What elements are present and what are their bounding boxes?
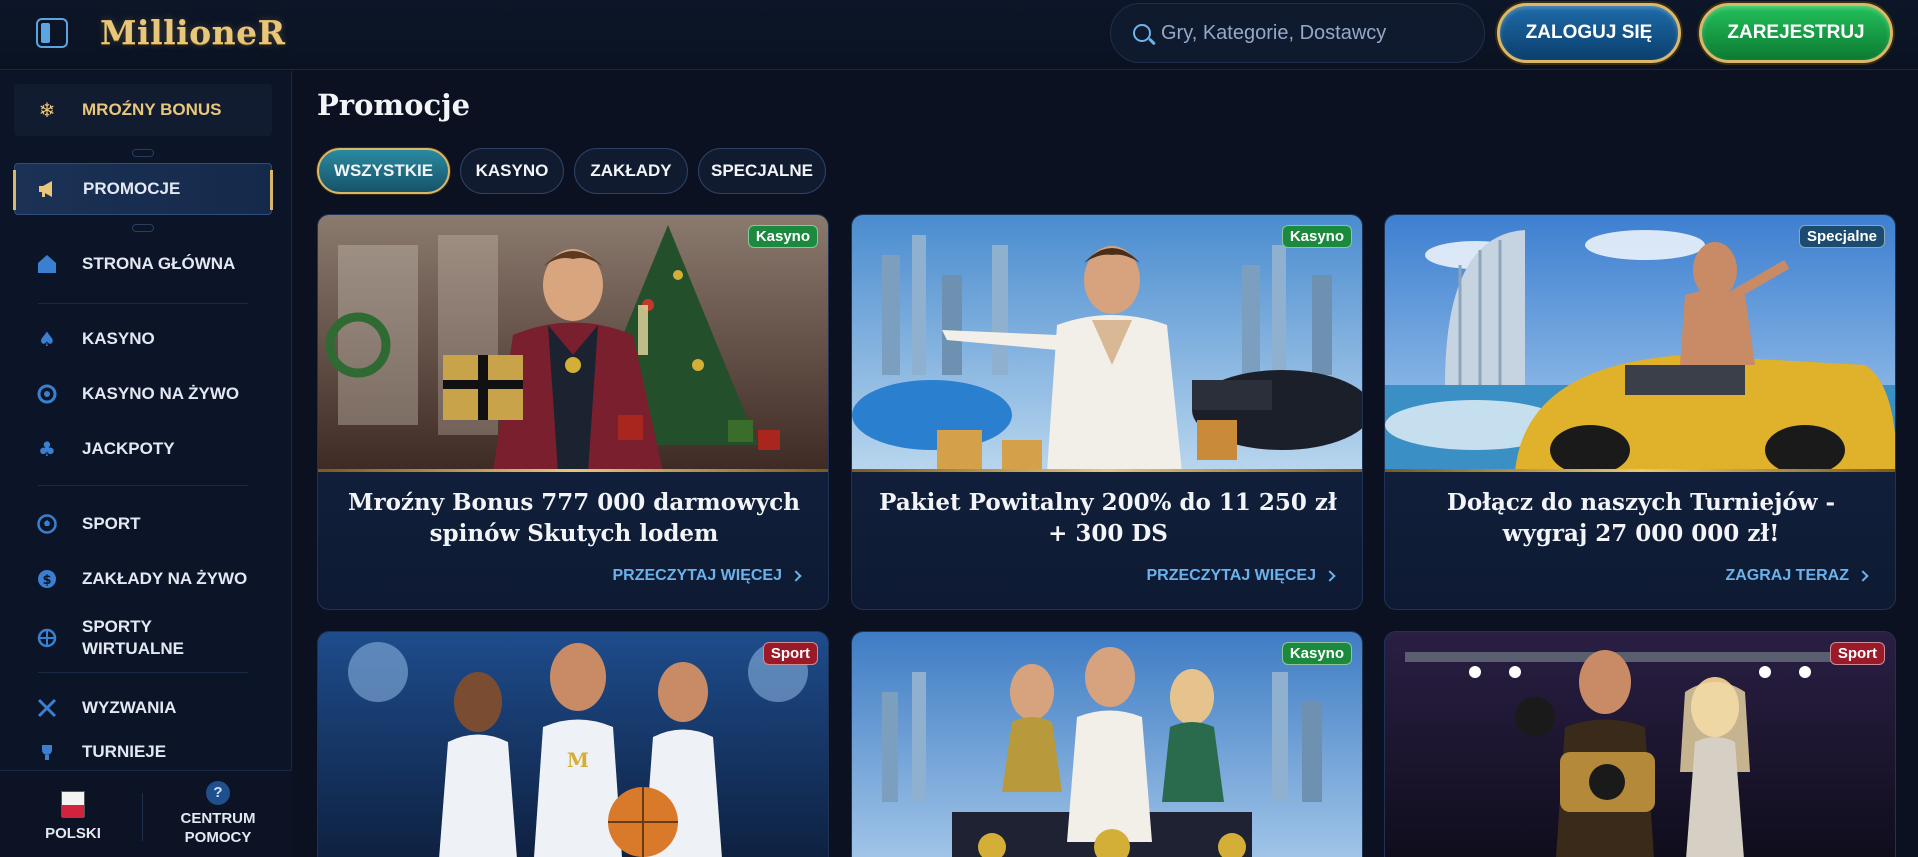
sidebar-item-casino[interactable]: ♠ KASYNO [14, 313, 272, 365]
sidebar-item-label: MROŹNY BONUS [82, 100, 222, 119]
promo-title: Mroźny Bonus 777 000 darmowych spinów Sk… [348, 489, 800, 547]
spade-icon: ♠ [38, 327, 56, 351]
promo-image: M Sport [318, 632, 828, 857]
divider [142, 793, 143, 841]
read-more-link[interactable]: PRZECZYTAJ WIĘCEJ [612, 567, 802, 585]
sidebar-item-label: SPORTY WIRTUALNE [82, 617, 184, 658]
sidebar-item-label: KASYNO [82, 329, 155, 348]
search-input[interactable] [1161, 4, 1471, 62]
sidebar-item-jackpots[interactable]: ♣ JACKPOTY [14, 423, 272, 475]
sidebar-item-live-betting[interactable]: $ ZAKŁADY NA ŻYWO [14, 553, 272, 605]
filter-betting[interactable]: ZAKŁADY [574, 148, 688, 194]
search-bar[interactable] [1110, 3, 1485, 63]
sidebar-item-live-casino[interactable]: KASYNO NA ŻYWO [14, 368, 272, 420]
promo-title: Dołącz do naszych Turniejów - wygraj 27 … [1446, 489, 1836, 547]
search-icon [1133, 24, 1151, 42]
clover-icon: ♣ [38, 437, 56, 461]
help-center-label: CENTRUM POMOCY [180, 810, 256, 846]
sidebar-footer: POLSKI ? CENTRUM POMOCY [0, 770, 292, 857]
divider [38, 303, 248, 304]
sidebar-item-label: STRONA GŁÓWNA [82, 254, 236, 273]
promo-image: Kasyno [852, 632, 1362, 857]
promo-title: Pakiet Powitalny 200% do 11 250 zł + 300… [879, 489, 1337, 547]
trophy-icon [36, 741, 58, 763]
divider [38, 485, 248, 486]
sidebar-item-sport[interactable]: SPORT [14, 498, 272, 550]
category-badge: Kasyno [747, 225, 818, 248]
sidebar-item-label: PROMOCJE [83, 179, 181, 198]
sidebar-item-frozen-bonus[interactable]: ❄ MROŹNY BONUS [14, 84, 272, 136]
category-badge: Sport [1829, 642, 1885, 665]
category-badge: Kasyno [1281, 642, 1352, 665]
sidebar-item-label: KASYNO NA ŻYWO [82, 384, 240, 403]
sidebar: ❄ MROŹNY BONUS PROMOCJE STRONA GŁÓWNA ♠ … [0, 71, 292, 857]
svg-text:M: M [567, 748, 589, 772]
svg-text:$: $ [42, 573, 51, 588]
help-icon: ? [206, 781, 230, 805]
sidebar-item-label: JACKPOTY [82, 439, 175, 458]
sidebar-toggle-icon[interactable] [36, 18, 68, 48]
language-selector[interactable]: POLSKI [38, 791, 108, 842]
promo-card-sport-1[interactable]: M Sport [317, 631, 829, 857]
chevron-right-icon [1857, 570, 1869, 582]
sidebar-item-label: ZAKŁADY NA ŻYWO [82, 569, 248, 588]
chip-icon [36, 383, 58, 405]
register-button[interactable]: ZAREJESTRUJ [1699, 3, 1893, 63]
read-more-label: PRZECZYTAJ WIĘCEJ [1146, 567, 1317, 584]
sidebar-item-label: TURNIEJE [82, 742, 167, 761]
football-icon [36, 513, 58, 535]
login-button[interactable]: ZALOGUJ SIĘ [1497, 3, 1681, 63]
category-badge: Specjalne [1798, 225, 1885, 248]
page-title: Promocje [317, 88, 471, 122]
category-badge: Kasyno [1281, 225, 1352, 248]
divider-ornament [132, 149, 154, 157]
promo-card-casino-2[interactable]: Kasyno [851, 631, 1363, 857]
read-more-link[interactable]: PRZECZYTAJ WIĘCEJ [1146, 567, 1336, 585]
chevron-right-icon [790, 570, 802, 582]
language-label: POLSKI [45, 825, 101, 842]
megaphone-icon [37, 178, 59, 200]
swords-icon [36, 697, 58, 719]
chevron-right-icon [1324, 570, 1336, 582]
promo-image: Specjalne [1385, 215, 1895, 472]
home-icon [36, 253, 58, 275]
logo[interactable]: MillioneR [100, 10, 286, 56]
promo-card-sport-2[interactable]: Sport [1384, 631, 1896, 857]
category-badge: Sport [762, 642, 818, 665]
top-header: MillioneR ZALOGUJ SIĘ ZAREJESTRUJ [0, 0, 1918, 70]
read-more-label: PRZECZYTAJ WIĘCEJ [612, 567, 783, 584]
live-bet-icon: $ [36, 568, 58, 590]
help-center-button[interactable]: ? CENTRUM POMOCY [168, 781, 268, 847]
sidebar-item-tournaments[interactable]: TURNIEJE [14, 732, 272, 772]
play-now-label: ZAGRAJ TERAZ [1725, 567, 1849, 584]
sidebar-item-label: SPORT [82, 514, 141, 533]
poland-flag-icon [61, 791, 85, 818]
promo-card-welcome-package[interactable]: Kasyno Pakiet Powitalny 200% do 11 250 z… [851, 214, 1363, 610]
divider-ornament [132, 224, 154, 232]
promo-image: Kasyno [852, 215, 1362, 472]
play-now-link[interactable]: ZAGRAJ TERAZ [1725, 567, 1869, 585]
promo-card-frozen-bonus[interactable]: Kasyno Mroźny Bonus 777 000 darmowych sp… [317, 214, 829, 610]
sidebar-item-label: WYZWANIA [82, 698, 177, 717]
promo-image: Kasyno [318, 215, 828, 472]
sidebar-item-virtual-sports[interactable]: SPORTY WIRTUALNE [14, 608, 272, 668]
virtual-sport-icon [36, 627, 58, 649]
filter-casino[interactable]: KASYNO [460, 148, 564, 194]
filter-all[interactable]: WSZYSTKIE [317, 148, 450, 194]
filter-special[interactable]: SPECJALNE [698, 148, 826, 194]
promo-image: Sport [1385, 632, 1895, 857]
snowflake-icon: ❄ [38, 98, 56, 122]
promo-card-tournaments[interactable]: Specjalne Dołącz do naszych Turniejów - … [1384, 214, 1896, 610]
sidebar-item-home[interactable]: STRONA GŁÓWNA [14, 238, 272, 290]
divider [38, 672, 248, 673]
sidebar-item-challenges[interactable]: WYZWANIA [14, 682, 272, 734]
sidebar-item-promotions[interactable]: PROMOCJE [13, 163, 273, 215]
